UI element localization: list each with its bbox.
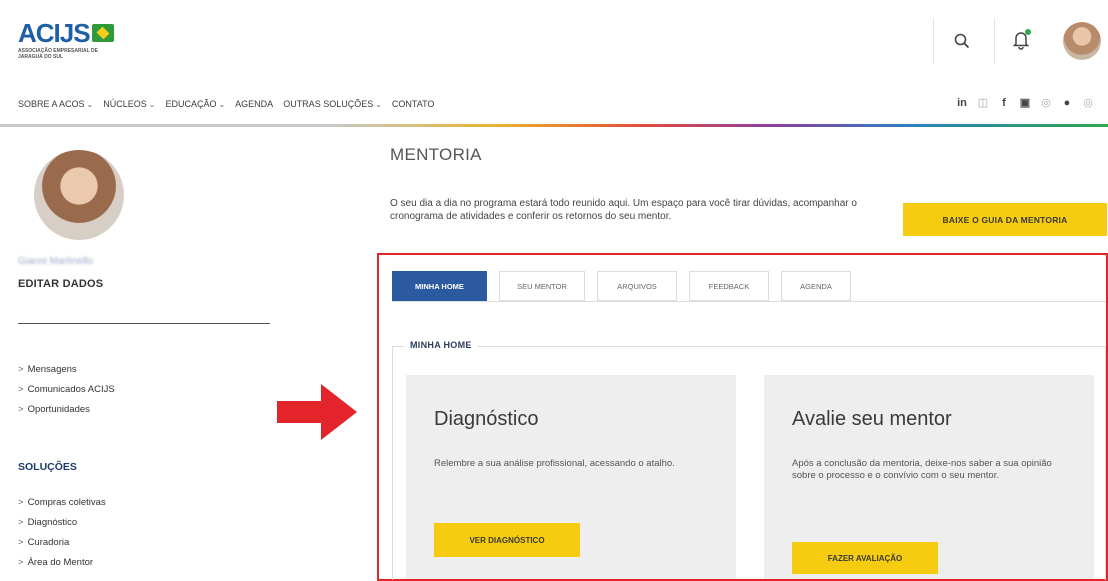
linkedin-icon[interactable]: in bbox=[956, 97, 968, 109]
sidebar-link-label: Comunicados ACIJS bbox=[27, 384, 115, 395]
sidebar-link-label: Curadoria bbox=[27, 537, 70, 548]
user-avatar[interactable] bbox=[1063, 22, 1101, 60]
solutions-links: > Compras coletivas > Diagnóstico > Curadoria… bbox=[18, 493, 106, 573]
view-diagnostic-button[interactable]: VER DIAGNÓSTICO bbox=[434, 523, 580, 557]
nav-item-label: NÚCLEOS bbox=[103, 99, 147, 109]
sidebar-link-label: Mensagens bbox=[27, 364, 77, 375]
mentoring-tabs: MINHA HOME SEU MENTOR ARQUIVOS FEEDBACK … bbox=[392, 271, 851, 301]
profile-photo bbox=[34, 150, 124, 240]
chevron-down-icon: ⌄ bbox=[375, 100, 382, 109]
tab-seu-mentor[interactable]: SEU MENTOR bbox=[499, 271, 585, 301]
chevron-right-icon: > bbox=[18, 364, 24, 375]
card-title: Diagnóstico bbox=[434, 408, 539, 430]
spotify-icon[interactable]: ● bbox=[1061, 97, 1073, 109]
nav-item[interactable]: OUTRAS SOLUÇÕES ⌄ bbox=[283, 99, 382, 109]
search-icon[interactable] bbox=[948, 27, 976, 55]
chevron-right-icon: > bbox=[18, 537, 24, 548]
nav-item-label: SOBRE A ACOS bbox=[18, 99, 85, 109]
chevron-right-icon: > bbox=[18, 557, 24, 568]
solutions-heading: SOLUÇÕES bbox=[18, 461, 77, 473]
nav-item[interactable]: EDUCAÇÃO ⌄ bbox=[165, 99, 225, 109]
header: ACIJS ASSOCIAÇÃO EMPRESARIAL DE JARAGUÁ … bbox=[0, 0, 1108, 82]
sidebar-link[interactable]: > Oportunidades bbox=[18, 400, 115, 420]
youtube-icon[interactable]: ▣ bbox=[1019, 96, 1031, 109]
header-divider bbox=[994, 18, 995, 64]
logo-text: ACIJS bbox=[18, 18, 91, 48]
nav-item[interactable]: NÚCLEOS ⌄ bbox=[103, 99, 155, 109]
chevron-right-icon: > bbox=[18, 384, 24, 395]
sidebar-link-label: Área do Mentor bbox=[27, 557, 94, 568]
tabs-divider bbox=[392, 301, 1106, 302]
diagnostic-card: Diagnóstico Relembre a sua análise profi… bbox=[406, 375, 736, 579]
chevron-down-icon: ⌄ bbox=[86, 100, 94, 109]
sidebar-link-label: Compras coletivas bbox=[27, 497, 106, 508]
nav-item-label: OUTRAS SOLUÇÕES bbox=[283, 99, 374, 109]
card-text: Relembre a sua análise profissional, ace… bbox=[434, 458, 675, 469]
tab-minha-home[interactable]: MINHA HOME bbox=[392, 271, 487, 301]
profile-name: Gianni Martinello bbox=[18, 256, 94, 267]
nav-item[interactable]: CONTATO bbox=[392, 99, 435, 109]
nav-items: SOBRE A ACOS ⌄ NÚCLEOS ⌄ EDUCAÇÃO ⌄ AGENDA OUTR… bbox=[18, 99, 444, 109]
logo-subtitle: ASSOCIAÇÃO EMPRESARIAL DE JARAGUÁ DO SUL bbox=[18, 48, 98, 60]
rainbow-divider bbox=[0, 124, 1108, 127]
card-title: Avalie seu mentor bbox=[792, 408, 952, 430]
social-links: in ◫ f ▣ ◎ ● ◎ bbox=[956, 96, 1094, 110]
evaluate-mentor-card: Avalie seu mentor Após a conclusão da me… bbox=[764, 375, 1094, 579]
notification-bell-icon[interactable] bbox=[1007, 26, 1035, 54]
sidebar-link-label: Diagnóstico bbox=[27, 517, 78, 528]
edit-profile-link[interactable]: EDITAR DADOS bbox=[18, 278, 103, 290]
card-text: Após a conclusão da mentoria, deixe-nos … bbox=[792, 458, 1052, 481]
evaluate-button[interactable]: FAZER AVALIAÇÃO bbox=[792, 542, 938, 574]
sidebar-link[interactable]: > Compras coletivas bbox=[18, 493, 106, 513]
tab-arquivos[interactable]: ARQUIVOS bbox=[597, 271, 677, 301]
chevron-right-icon: > bbox=[18, 497, 24, 508]
whatsapp-icon[interactable]: ◎ bbox=[1082, 96, 1094, 109]
sidebar-link[interactable]: > Diagnóstico bbox=[18, 513, 106, 533]
sidebar-link[interactable]: > Comunicados ACIJS bbox=[18, 380, 115, 400]
page-title: MENTORIA bbox=[390, 145, 482, 164]
home-section-label: MINHA HOME bbox=[404, 340, 478, 350]
sidebar-link-label: Oportunidades bbox=[27, 404, 90, 415]
tab-agenda[interactable]: AGENDA bbox=[781, 271, 851, 301]
tab-feedback[interactable]: FEEDBACK bbox=[689, 271, 769, 301]
notification-dot bbox=[1025, 29, 1031, 35]
chevron-down-icon: ⌄ bbox=[218, 100, 226, 109]
flickr-icon[interactable]: ◎ bbox=[1040, 96, 1052, 109]
acijs-logo[interactable]: ACIJS ASSOCIAÇÃO EMPRESARIAL DE JARAGUÁ … bbox=[18, 20, 138, 68]
nav-item-label: AGENDA bbox=[235, 99, 274, 109]
red-arrow-icon bbox=[277, 384, 357, 440]
chevron-right-icon: > bbox=[18, 517, 24, 528]
nav-item-label: EDUCAÇÃO bbox=[165, 99, 217, 109]
brazil-flag-icon bbox=[91, 24, 114, 42]
sidebar-links: > Mensagens > Comunicados ACIJS > Oportunidad… bbox=[18, 360, 115, 420]
sidebar-divider bbox=[18, 323, 270, 324]
instagram-icon[interactable]: ◫ bbox=[977, 96, 989, 109]
chevron-right-icon: > bbox=[18, 404, 24, 415]
header-divider bbox=[933, 18, 934, 64]
main-nav: SOBRE A ACOS ⌄ NÚCLEOS ⌄ EDUCAÇÃO ⌄ AGENDA OUTR… bbox=[0, 90, 1108, 124]
nav-item[interactable]: SOBRE A ACOS ⌄ bbox=[18, 99, 93, 109]
sidebar-link[interactable]: > Área do Mentor bbox=[18, 553, 106, 573]
facebook-icon[interactable]: f bbox=[998, 97, 1010, 109]
nav-item[interactable]: AGENDA bbox=[235, 99, 273, 109]
sidebar-link[interactable]: > Curadoria bbox=[18, 533, 106, 553]
chevron-down-icon: ⌄ bbox=[148, 100, 156, 109]
page-intro: O seu dia a dia no programa estará todo … bbox=[390, 198, 857, 222]
sidebar-link[interactable]: > Mensagens bbox=[18, 360, 115, 380]
nav-item-label: CONTATO bbox=[391, 99, 435, 109]
download-guide-button[interactable]: BAIXE O GUIA DA MENTORIA bbox=[903, 203, 1107, 236]
